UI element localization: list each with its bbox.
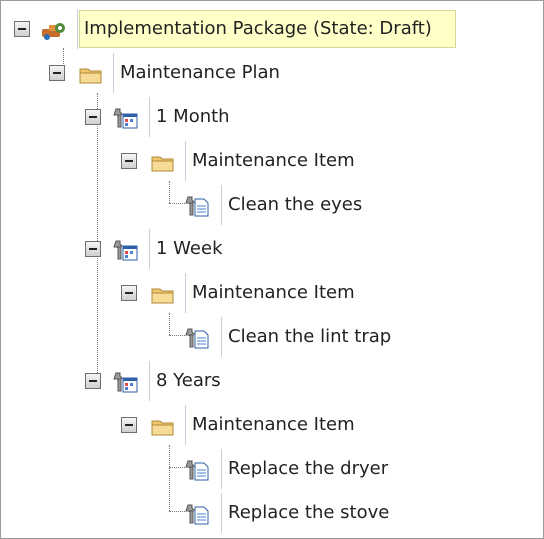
- wrench-document-icon: [185, 460, 209, 481]
- tree-node-label: Maintenance Plan: [113, 53, 280, 93]
- tree-node-label: Replace the dryer: [221, 449, 388, 489]
- tree-node-label: Clean the lint trap: [221, 317, 391, 357]
- collapse-toggle[interactable]: [121, 153, 137, 169]
- tree-node-label: 1 Week: [149, 229, 223, 269]
- folder-icon: [151, 420, 174, 436]
- tree-node-label: Implementation Package (State: Draft): [77, 9, 432, 49]
- tree-node-task[interactable]: Clean the lint trap: [1, 317, 541, 357]
- collapse-toggle[interactable]: [49, 65, 65, 81]
- tree-panel: Implementation Package (State: Draft) Ma…: [0, 0, 544, 539]
- folder-icon: [151, 156, 174, 172]
- wrench-calendar-icon: [113, 372, 138, 393]
- tree-node-item[interactable]: Maintenance Item: [1, 273, 541, 313]
- package-gear-icon: [42, 23, 65, 40]
- tree-node-task[interactable]: Replace the stove: [1, 493, 541, 533]
- tree-node-plan[interactable]: Maintenance Plan: [1, 53, 541, 93]
- wrench-document-icon: [185, 504, 209, 525]
- tree-node-label: 1 Month: [149, 97, 230, 137]
- tree-node-task[interactable]: Replace the dryer: [1, 449, 541, 489]
- tree-node-label: Maintenance Item: [185, 405, 355, 445]
- wrench-calendar-icon: [113, 240, 138, 261]
- folder-icon: [151, 288, 174, 304]
- folder-icon: [79, 68, 102, 84]
- tree-node-label: Clean the eyes: [221, 185, 362, 225]
- tree-node-group[interactable]: 1 Month: [1, 97, 541, 137]
- tree-node-label: Replace the stove: [221, 493, 389, 533]
- wrench-document-icon: [185, 328, 209, 349]
- collapse-toggle[interactable]: [14, 21, 30, 37]
- collapse-toggle[interactable]: [85, 373, 101, 389]
- wrench-document-icon: [185, 196, 209, 217]
- tree-node-label: Maintenance Item: [185, 273, 355, 313]
- collapse-toggle[interactable]: [121, 285, 137, 301]
- tree-node-group[interactable]: 8 Years: [1, 361, 541, 401]
- tree-node-item[interactable]: Maintenance Item: [1, 405, 541, 445]
- collapse-toggle[interactable]: [121, 417, 137, 433]
- tree-node-root[interactable]: Implementation Package (State: Draft): [1, 9, 541, 49]
- wrench-calendar-icon: [113, 108, 138, 129]
- tree-node-item[interactable]: Maintenance Item: [1, 141, 541, 181]
- collapse-toggle[interactable]: [85, 109, 101, 125]
- tree-node-group[interactable]: 1 Week: [1, 229, 541, 269]
- tree-node-label: 8 Years: [149, 361, 221, 401]
- collapse-toggle[interactable]: [85, 241, 101, 257]
- tree-node-label: Maintenance Item: [185, 141, 355, 181]
- tree-node-task[interactable]: Clean the eyes: [1, 185, 541, 225]
